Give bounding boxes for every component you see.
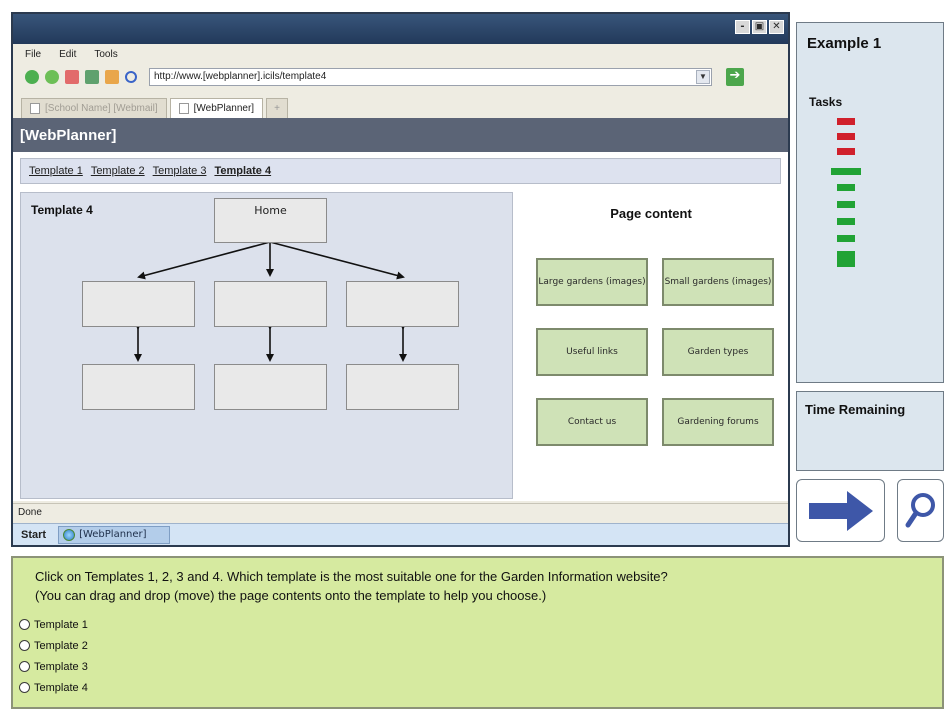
content-card[interactable]: Large gardens (images) xyxy=(536,258,648,306)
template-link-2[interactable]: Template 2 xyxy=(91,165,145,177)
template-slot[interactable] xyxy=(82,281,195,327)
radio-button[interactable] xyxy=(19,661,30,672)
template-slot[interactable] xyxy=(82,364,195,410)
assessment-screen: - ▣ ✕ File Edit Tools http://www.[webpla… xyxy=(0,0,944,711)
task-bar xyxy=(837,184,855,191)
title-bar: - ▣ ✕ xyxy=(13,14,788,44)
page-content-title: Page content xyxy=(610,206,692,221)
time-remaining-title: Time Remaining xyxy=(805,402,906,417)
template-canvas: Template 4 Home xyxy=(20,192,513,499)
answer-options: Template 1 Template 2 Template 3 Templat… xyxy=(19,614,88,698)
option-template-4[interactable]: Template 4 xyxy=(19,677,88,698)
zoom-button[interactable] xyxy=(897,479,944,542)
template-link-1[interactable]: Template 1 xyxy=(29,165,83,177)
task-bar xyxy=(837,201,855,208)
chevron-down-icon[interactable]: ▼ xyxy=(696,70,710,84)
magnifier-icon xyxy=(905,492,935,527)
minimize-button[interactable]: - xyxy=(735,20,750,34)
question-line: (You can drag and drop (move) the page c… xyxy=(35,588,547,603)
connector-line xyxy=(137,241,271,280)
search-icon[interactable] xyxy=(125,71,137,83)
taskbar: Start [WebPlanner] xyxy=(13,523,788,545)
new-tab-button[interactable]: + xyxy=(266,98,289,118)
template-slot[interactable] xyxy=(346,364,459,410)
task-bar xyxy=(837,235,855,242)
option-label: Template 4 xyxy=(34,681,88,694)
radio-button[interactable] xyxy=(19,682,30,693)
page-content-panel: Page content Large gardens (images) Smal… xyxy=(521,192,781,499)
template-slot[interactable] xyxy=(346,281,459,327)
example-title: Example 1 xyxy=(807,35,882,52)
template-link-4[interactable]: Template 4 xyxy=(214,165,271,177)
tab-label: [School Name] [Webmail] xyxy=(45,103,158,114)
task-bar xyxy=(837,118,855,125)
forward-icon[interactable] xyxy=(45,70,59,84)
home-node[interactable]: Home xyxy=(214,198,327,243)
task-bar xyxy=(837,251,855,267)
page-icon xyxy=(30,103,40,114)
tab-webplanner[interactable]: [WebPlanner] xyxy=(169,98,264,118)
task-bar xyxy=(837,133,855,140)
taskbar-item-label: [WebPlanner] xyxy=(79,529,147,540)
menu-edit[interactable]: Edit xyxy=(59,49,76,60)
template-nav: Template 1 Template 2 Template 3 Templat… xyxy=(20,158,781,184)
close-button[interactable]: ✕ xyxy=(769,20,784,34)
menu-file[interactable]: File xyxy=(25,49,41,60)
page-header: [WebPlanner] xyxy=(13,118,788,152)
connector-line xyxy=(269,241,405,280)
task-bar-current xyxy=(831,168,861,175)
option-label: Template 1 xyxy=(34,618,88,631)
time-panel: Time Remaining xyxy=(796,391,944,471)
stop-icon[interactable] xyxy=(65,70,79,84)
start-button[interactable]: Start xyxy=(21,529,46,541)
window-controls: - ▣ ✕ xyxy=(735,20,784,34)
tasks-title: Tasks xyxy=(809,95,843,109)
example-panel: Example 1 Tasks xyxy=(796,22,944,383)
content-card[interactable]: Contact us xyxy=(536,398,648,446)
taskbar-item-webplanner[interactable]: [WebPlanner] xyxy=(58,525,171,544)
question-area: Click on Templates 1, 2, 3 and 4. Which … xyxy=(11,556,944,709)
question-line: Click on Templates 1, 2, 3 and 4. Which … xyxy=(35,569,668,584)
task-bar xyxy=(837,148,855,155)
content-card[interactable]: Gardening forums xyxy=(662,398,774,446)
option-label: Template 3 xyxy=(34,660,88,673)
menu-tools[interactable]: Tools xyxy=(94,49,117,60)
browser-icon xyxy=(63,528,76,541)
go-arrow-icon[interactable]: ➔ xyxy=(726,68,744,86)
content-card[interactable]: Small gardens (images) xyxy=(662,258,774,306)
template-slot[interactable] xyxy=(214,281,327,327)
browser-window: - ▣ ✕ File Edit Tools http://www.[webpla… xyxy=(11,12,790,547)
task-bar xyxy=(837,218,855,225)
address-text: http://www.[webplanner].icils/template4 xyxy=(154,71,327,82)
page-icon xyxy=(178,103,189,114)
content-card[interactable]: Useful links xyxy=(536,328,648,376)
page-body: Template 1 Template 2 Template 3 Templat… xyxy=(13,152,788,501)
next-button[interactable] xyxy=(796,479,885,542)
template-link-3[interactable]: Template 3 xyxy=(153,165,207,177)
arrow-right-icon xyxy=(808,490,873,531)
restore-button[interactable]: ▣ xyxy=(752,20,767,34)
tab-webmail[interactable]: [School Name] [Webmail] xyxy=(21,98,167,118)
browser-toolbar: http://www.[webplanner].icils/template4 … xyxy=(13,64,788,90)
menu-bar: File Edit Tools xyxy=(13,44,788,64)
tab-label: [WebPlanner] xyxy=(193,103,255,114)
option-label: Template 2 xyxy=(34,639,88,652)
option-template-1[interactable]: Template 1 xyxy=(19,614,88,635)
status-bar: Done xyxy=(13,503,788,521)
address-bar[interactable]: http://www.[webplanner].icils/template4 … xyxy=(149,68,712,86)
template-slot[interactable] xyxy=(214,364,327,410)
content-card[interactable]: Garden types xyxy=(662,328,774,376)
refresh-icon[interactable] xyxy=(85,70,99,84)
back-icon[interactable] xyxy=(25,70,39,84)
question-text: Click on Templates 1, 2, 3 and 4. Which … xyxy=(35,567,935,605)
option-template-2[interactable]: Template 2 xyxy=(19,635,88,656)
radio-button[interactable] xyxy=(19,640,30,651)
option-template-3[interactable]: Template 3 xyxy=(19,656,88,677)
home-icon[interactable] xyxy=(105,70,119,84)
radio-button[interactable] xyxy=(19,619,30,630)
tab-strip: [School Name] [Webmail] [WebPlanner] + xyxy=(13,92,788,118)
